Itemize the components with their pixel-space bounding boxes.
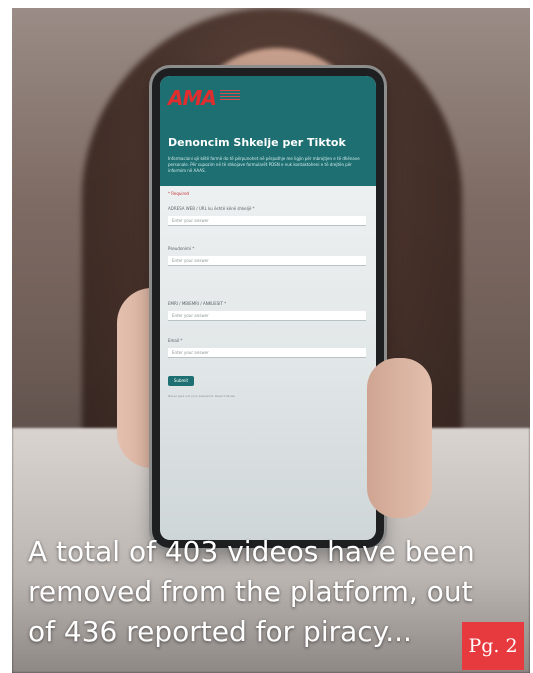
smartphone: AMA Denoncim Shkelje per Tiktok Informac… (152, 68, 384, 548)
submit-button[interactable]: Submit (168, 376, 194, 386)
question-label: Email * (168, 338, 183, 343)
right-hand (367, 358, 432, 518)
form-header: AMA Denoncim Shkelje per Tiktok Informac… (160, 76, 376, 186)
question-label: EMRI / MBIEMRI / ANKUESIT * (168, 301, 227, 306)
required-note: * Required (168, 191, 190, 196)
answer-field[interactable]: Enter your answer (168, 256, 366, 266)
phone-screen: AMA Denoncim Shkelje per Tiktok Informac… (160, 76, 376, 540)
form-description: Informacioni që këtë formë do të përpuno… (168, 156, 360, 173)
question-label: Pseudonimi * (168, 246, 195, 251)
question-label: ADRESA WEB / URL ku është kënë shkeljë * (168, 206, 255, 211)
footer-note: Never give out your password. Report abu… (168, 394, 235, 398)
page-badge[interactable]: Pg. 2 (462, 622, 524, 670)
logo-tagline (220, 90, 240, 100)
ama-logo: AMA (168, 86, 217, 110)
answer-field[interactable]: Enter your answer (168, 311, 366, 321)
answer-field[interactable]: Enter your answer (168, 348, 366, 358)
answer-field[interactable]: Enter your answer (168, 216, 366, 226)
form-title: Denoncim Shkelje per Tiktok (168, 136, 346, 149)
headline-caption: A total of 403 videos have been removed … (28, 535, 475, 648)
